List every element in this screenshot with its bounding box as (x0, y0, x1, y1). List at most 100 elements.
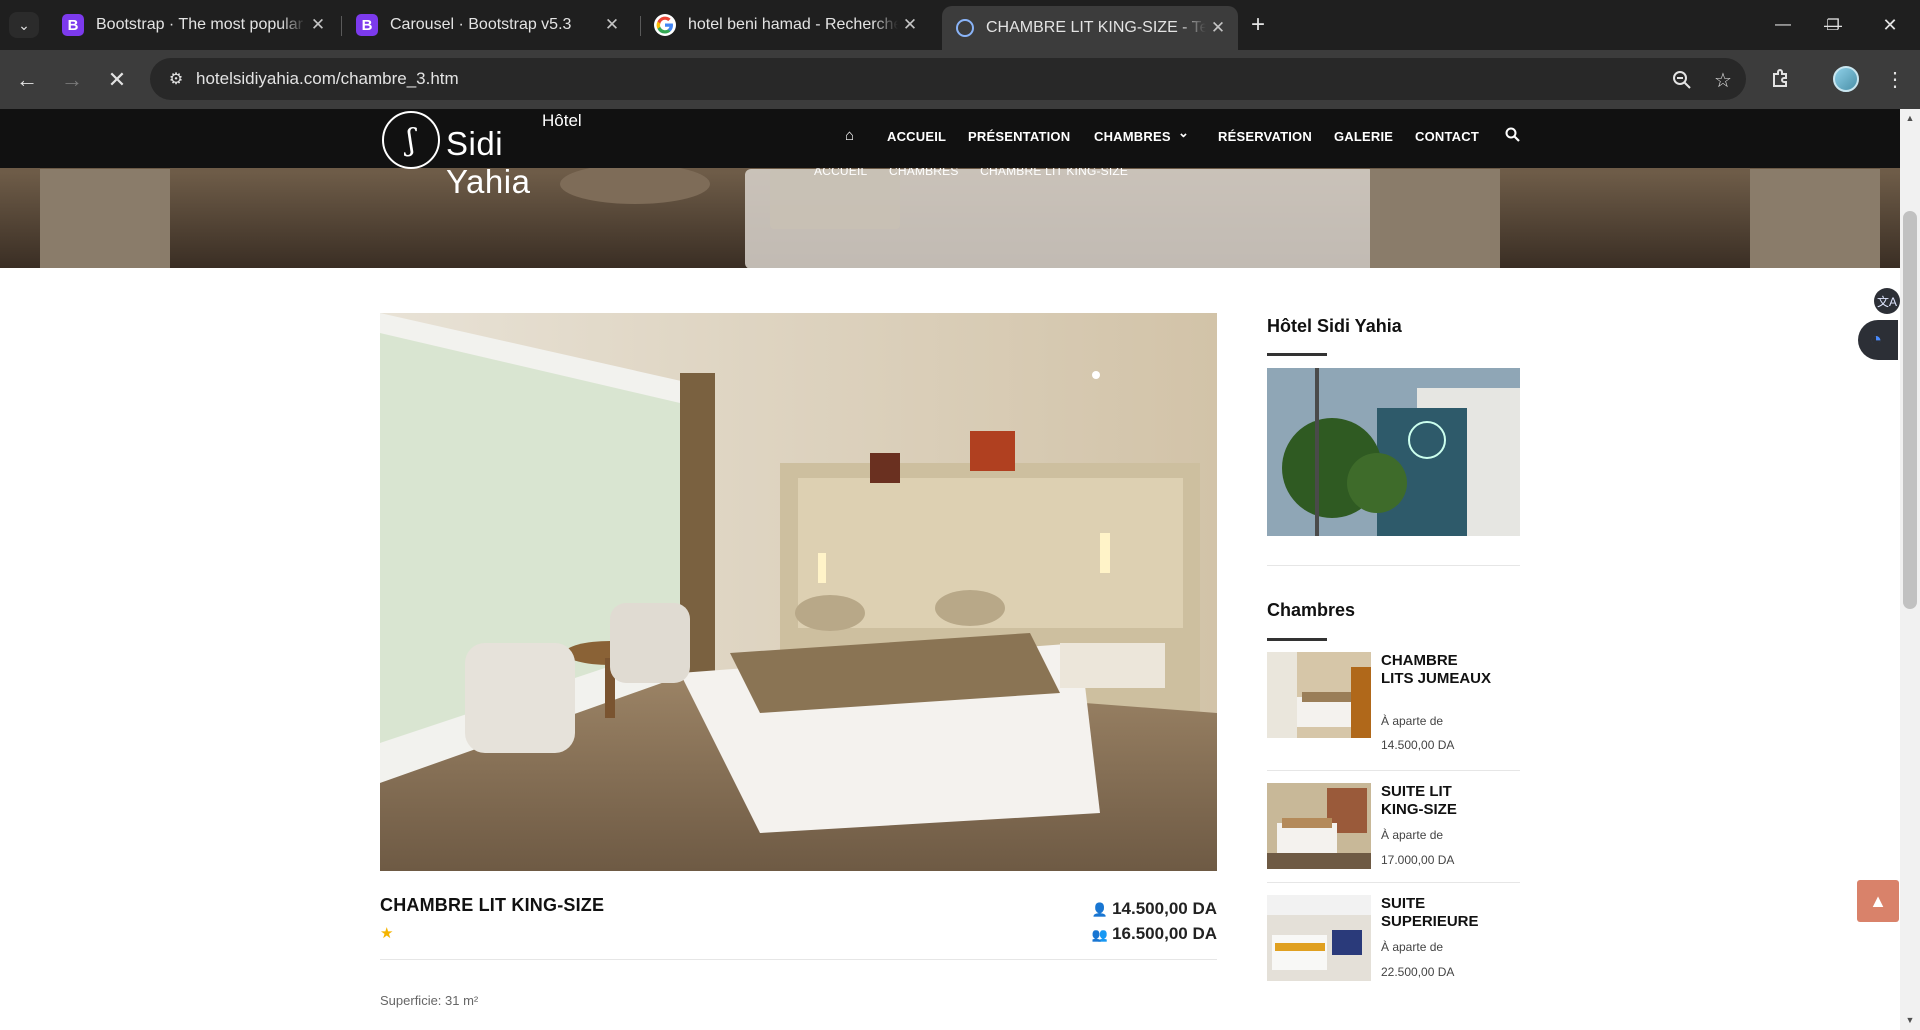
hero-decor (1370, 169, 1500, 268)
sidebar-hotel-title: Hôtel Sidi Yahia (1267, 316, 1402, 336)
price-double-value: 16.500,00 DA (1112, 924, 1217, 943)
tab-search-button[interactable]: ⌄ (9, 12, 39, 38)
logo-brand-text: Sidi Yahia (446, 125, 531, 200)
rating-star-icon: ★ (380, 925, 394, 942)
bootstrap-favicon-icon: B (356, 14, 378, 36)
back-to-top-button[interactable]: ▲ (1857, 880, 1899, 922)
chevron-down-icon: ⌄ (18, 16, 30, 33)
browser-tab[interactable]: hotel beni hamad - Recherche Google ✕ (640, 8, 930, 42)
assistant-widget[interactable]: ◔ (1858, 320, 1898, 360)
site-navbar: ʃ Hôtel Sidi Yahia ⌂ ACCUEIL PRÉSENTATIO… (0, 109, 1900, 200)
nav-reservation[interactable]: RÉSERVATION (1218, 129, 1312, 144)
minimize-button[interactable]: — (1763, 10, 1803, 40)
single-person-icon: 👤 (1091, 902, 1109, 917)
site-logo[interactable]: ʃ Hôtel Sidi Yahia (380, 109, 590, 200)
extensions-icon[interactable] (1766, 64, 1796, 94)
browser-tab[interactable]: B Bootstrap · The most popular HTML, CSS… (48, 8, 338, 42)
sidebar-room-item[interactable]: SUITE SUPERIEURE À aparte de 22.500,00 D… (1267, 895, 1521, 985)
close-tab-icon[interactable]: ✕ (600, 15, 624, 35)
divider (1267, 770, 1520, 771)
logo-mark-icon: ʃ (382, 111, 440, 169)
room-thumbnail[interactable] (1267, 652, 1371, 738)
arrow-left-icon: ← (16, 67, 38, 92)
new-tab-button[interactable]: + (1243, 10, 1273, 40)
room-area: Superficie: 31 m² (380, 993, 479, 1008)
search-icon[interactable] (1505, 127, 1520, 146)
restore-icon: ❐ (1826, 17, 1840, 34)
home-icon[interactable]: ⌂ (845, 127, 854, 144)
sidebar-room-item[interactable]: SUITE LIT KING-SIZE À aparte de 17.000,0… (1267, 783, 1521, 873)
browser-tab-active[interactable]: CHAMBRE LIT KING-SIZE - Template ✕ (942, 6, 1238, 50)
scrollbar-thumb[interactable] (1903, 211, 1917, 609)
room-price: 17.000,00 DA (1381, 853, 1455, 867)
two-persons-icon: 👥 (1091, 927, 1109, 942)
browser-tab-bar: ⌄ B Bootstrap · The most popular HTML, C… (0, 0, 1920, 50)
translate-icon[interactable]: 文A (1874, 288, 1900, 314)
room-from-label: À aparte de (1381, 828, 1444, 842)
tab-title: Carousel · Bootstrap v5.3 (390, 16, 572, 33)
browser-tab[interactable]: B Carousel · Bootstrap v5.3 ✕ (342, 8, 632, 42)
price-single: 👤 14.500,00 DA (1092, 899, 1217, 919)
close-window-button[interactable]: ✕ (1870, 10, 1910, 40)
zoom-icon[interactable] (1669, 67, 1695, 93)
tab-title: Bootstrap · The most popular HTML, CSS, … (96, 16, 306, 33)
back-button[interactable]: ← (12, 65, 42, 95)
sidebar-rooms-title: Chambres (1267, 600, 1356, 620)
bookmark-star-icon[interactable]: ☆ (1710, 67, 1736, 93)
assistant-icon: ◔ (1870, 329, 1883, 351)
browser-toolbar: ← → ✕ ⚙ hotelsidiyahia.com/chambre_3.htm… (0, 50, 1920, 109)
room-price: 14.500,00 DA (1381, 738, 1455, 752)
url-text[interactable]: hotelsidiyahia.com/chambre_3.htm (196, 69, 459, 89)
profile-avatar[interactable] (1833, 66, 1859, 92)
forward-button[interactable]: → (57, 65, 87, 95)
close-tab-icon[interactable]: ✕ (898, 15, 922, 35)
title-underline (1267, 353, 1327, 356)
page-scrollbar[interactable]: ▲ ▼ (1900, 109, 1920, 1030)
scroll-down-arrow[interactable]: ▼ (1904, 1015, 1916, 1027)
hero-decor (40, 169, 170, 268)
room-from-label: À aparte de (1381, 714, 1444, 728)
hero-decor (770, 169, 900, 229)
close-icon: ✕ (1882, 14, 1898, 35)
nav-chambres[interactable]: CHAMBRES (1094, 129, 1171, 144)
divider (380, 959, 1217, 960)
room-name[interactable]: SUITE SUPERIEURE (1381, 895, 1491, 931)
room-thumbnail[interactable] (1267, 783, 1371, 869)
nav-presentation[interactable]: PRÉSENTATION (968, 129, 1070, 144)
plus-icon: + (1250, 11, 1265, 38)
nav-galerie[interactable]: GALERIE (1334, 129, 1393, 144)
title-underline (1267, 638, 1327, 641)
loading-spinner-icon (956, 19, 974, 37)
chevron-down-icon[interactable]: ⌄ (1178, 125, 1189, 141)
room-from-label: À aparte de (1381, 940, 1444, 954)
room-name[interactable]: SUITE LIT KING-SIZE (1381, 783, 1491, 819)
hero-decor (1750, 169, 1880, 268)
arrow-right-icon: → (61, 67, 83, 92)
site-info-icon[interactable]: ⚙ (164, 68, 188, 90)
tab-title: hotel beni hamad - Recherche Google (688, 16, 898, 33)
scroll-up-arrow[interactable]: ▲ (1904, 113, 1916, 125)
stop-loading-button[interactable]: ✕ (102, 65, 132, 95)
room-price: 22.500,00 DA (1381, 965, 1455, 979)
nav-contact[interactable]: CONTACT (1415, 129, 1479, 144)
close-tab-icon[interactable]: ✕ (306, 15, 330, 35)
room-name[interactable]: CHAMBRE LITS JUMEAUX (1381, 652, 1491, 688)
minimize-icon: — (1775, 16, 1791, 33)
price-single-value: 14.500,00 DA (1112, 899, 1217, 918)
room-title: CHAMBRE LIT KING-SIZE (380, 895, 605, 915)
chevron-up-icon: ▲ (1869, 890, 1887, 911)
address-bar[interactable]: ⚙ hotelsidiyahia.com/chambre_3.htm ☆ (150, 58, 1746, 100)
room-main-photo (380, 313, 1217, 871)
translate-widget[interactable]: 文A (1858, 286, 1900, 316)
bootstrap-favicon-icon: B (62, 14, 84, 36)
room-thumbnail[interactable] (1267, 895, 1371, 981)
price-double: 👥 16.500,00 DA (1092, 924, 1217, 944)
hotel-sign-photo (1267, 368, 1520, 536)
close-tab-icon[interactable]: ✕ (1206, 18, 1230, 38)
google-favicon-icon (654, 14, 676, 36)
close-icon: ✕ (107, 67, 127, 92)
nav-accueil[interactable]: ACCUEIL (887, 129, 946, 144)
browser-menu-icon[interactable]: ⋮ (1880, 64, 1910, 94)
restore-button[interactable]: ❐ (1813, 10, 1853, 40)
sidebar-room-item[interactable]: CHAMBRE LITS JUMEAUX À aparte de 14.500,… (1267, 652, 1521, 767)
